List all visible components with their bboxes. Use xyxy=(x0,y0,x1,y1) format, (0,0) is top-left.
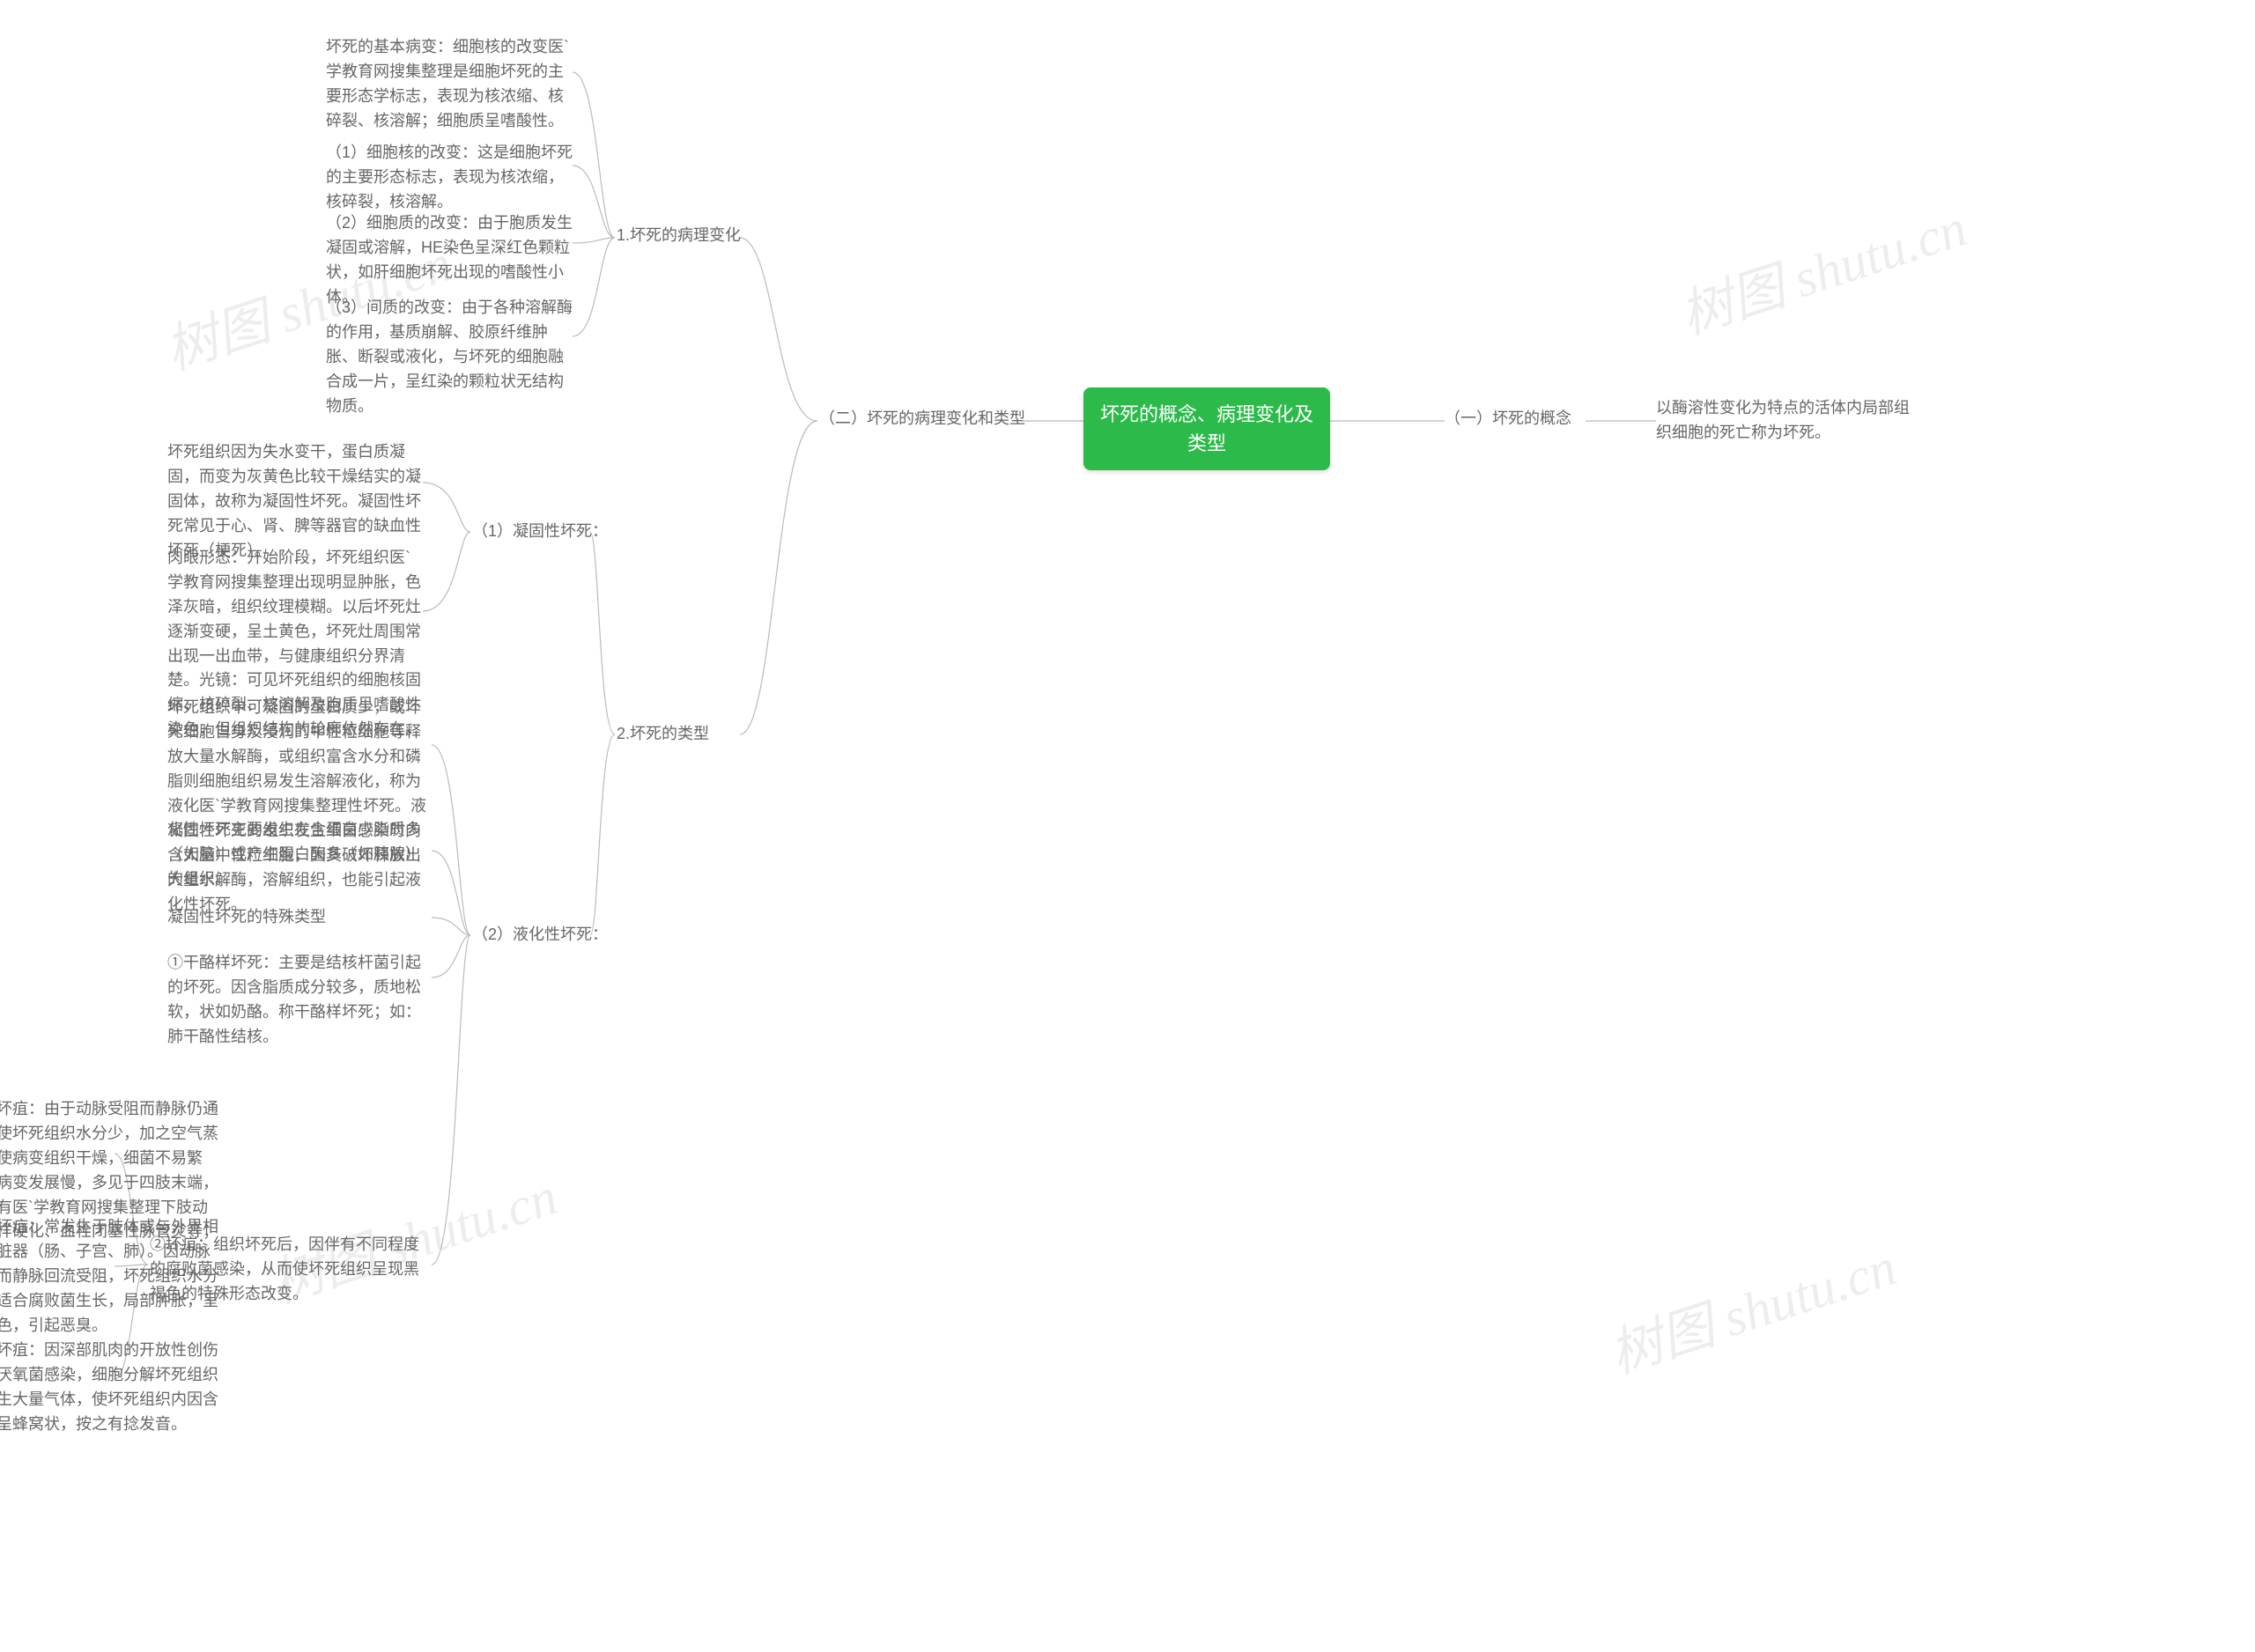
branch-coagulative[interactable]: （1）凝固性坏死： xyxy=(472,520,608,544)
leaf-gangrene-gas: 气性坏疽：因深部肌肉的开放性创伤合并厌氧菌感染，细胞分解坏死组织并产生大量气体，… xyxy=(0,1339,220,1437)
leaf-pathology-nucleus: （1）细胞核的改变：这是细胞坏死的主要形态标志，表现为核浓缩，核碎裂，核溶解。 xyxy=(326,141,573,215)
leaf-pathology-basic: 坏死的基本病变：细胞核的改变医`学教育网搜集整理是细胞坏死的主要形态学标志，表现… xyxy=(326,35,573,134)
leaf-liq-d: ①干酪样坏死：主要是结核杆菌引起的坏死。因含脂质成分较多，质地松软，状如奶酪。称… xyxy=(167,951,432,1050)
leaf-gangrene-wet: 湿性坏疽：常发生于肢体或与外界相通的脏器（肠、子宫、肺）。因动脉闭塞而静脉回流受… xyxy=(0,1215,220,1338)
branch-pathology-types[interactable]: （二）坏死的病理变化和类型 xyxy=(819,407,1025,431)
leaf-liq-c: 凝固性坏死的特殊类型 xyxy=(167,905,432,930)
leaf-liq-b: 凝固性坏死的组织发生细菌感染时内含大量中性粒细胞，因其破坏释放出大量水解酶，溶解… xyxy=(167,819,432,918)
leaf-pathology-cytoplasm: （2）细胞质的改变：由于胞质发生凝固或溶解，HE染色呈深红色颗粒状，如肝细胞坏死… xyxy=(326,211,573,310)
leaf-coag-a: 坏死组织因为失水变干，蛋白质凝固，而变为灰黄色比较干燥结实的凝固体，故称为凝固性… xyxy=(167,440,423,563)
branch-liquefactive[interactable]: （2）液化性坏死： xyxy=(472,923,608,948)
branch-concept[interactable]: （一）坏死的概念 xyxy=(1445,407,1571,431)
branch-types[interactable]: 2.坏死的类型 xyxy=(617,722,709,747)
watermark: 树图 shutu.cn xyxy=(1599,1224,1904,1389)
branch-pathology[interactable]: 1.坏死的病理变化 xyxy=(617,224,741,248)
watermark: 树图 shutu.cn xyxy=(1669,185,1975,350)
leaf-pathology-interstitium: （3）间质的改变：由于各种溶解酶的作用，基质崩解、胶原纤维肿胀、断裂或液化，与坏… xyxy=(326,296,573,418)
root-node[interactable]: 坏死的概念、病理变化及类型 xyxy=(1083,387,1330,470)
leaf-concept-def: 以酶溶性变化为特点的活体内局部组织细胞的死亡称为坏死。 xyxy=(1656,396,1920,446)
